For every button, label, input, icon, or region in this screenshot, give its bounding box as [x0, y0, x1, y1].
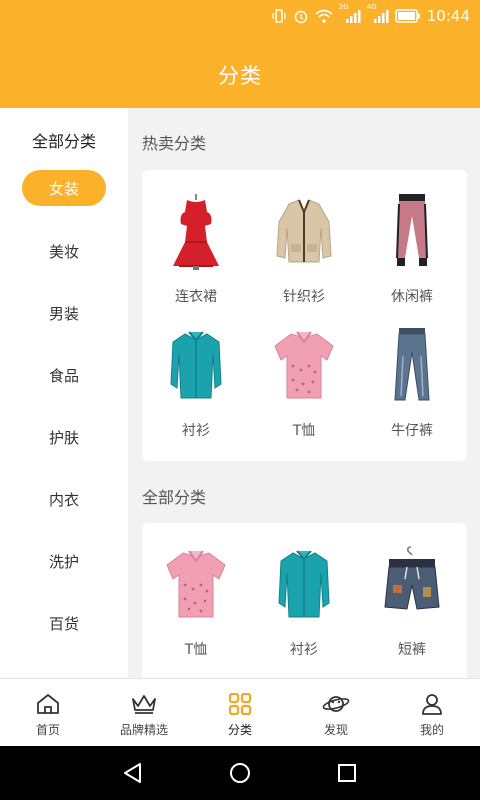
user-icon: [422, 694, 442, 715]
sidebar-item-label: 洗护: [48, 552, 79, 571]
signal-4g-icon: 4G: [367, 3, 389, 24]
category-label: 衬衫: [182, 423, 210, 439]
home-circle-icon[interactable]: [229, 762, 251, 784]
sidebar-item-label: 男装: [48, 304, 79, 323]
sidebar-item-label: 美妆: [48, 242, 79, 261]
crown-icon: [132, 695, 156, 714]
sidebar-item-skincare[interactable]: 护肤: [0, 419, 128, 455]
category-item[interactable]: 连衣裙: [142, 192, 250, 312]
signal-2g-icon: 2G: [339, 3, 361, 24]
teal-shirt-icon: [278, 550, 330, 618]
sidebar-item-underwear[interactable]: 内衣: [0, 481, 128, 517]
sidebar-item-general[interactable]: 百货: [0, 605, 128, 641]
casual-pants-icon: [396, 194, 428, 266]
sidebar-item-washcare[interactable]: 洗护: [0, 543, 128, 579]
category-item[interactable]: T恤: [142, 545, 250, 665]
tab-brands[interactable]: 品牌精选: [96, 679, 192, 747]
status-icons: 2G 4G 10:44: [271, 3, 470, 26]
category-label: 衬衫: [290, 642, 318, 658]
sidebar-item-label: 内衣: [48, 490, 79, 509]
category-label: T恤: [292, 423, 316, 439]
category-label: T恤: [184, 642, 208, 658]
category-label: 针织衫: [283, 289, 325, 305]
sidebar-item-women[interactable]: 女装: [0, 170, 128, 206]
sidebar-item-men[interactable]: 男装: [0, 295, 128, 331]
category-item[interactable]: 牛仔裤: [358, 326, 466, 446]
category-content: 热卖分类 连衣裙 针织衫 休闲裤 衬衫 T恤 牛仔裤 全部分类 T恤 衬衫 短裤: [128, 108, 480, 678]
sidebar-item-label: 食品: [48, 366, 79, 385]
category-label: 牛仔裤: [391, 423, 433, 439]
status-time: 10:44: [426, 7, 470, 25]
tab-label: 我的: [419, 723, 444, 737]
category-item[interactable]: 衬衫: [250, 545, 358, 665]
back-icon[interactable]: [122, 762, 144, 784]
tab-mine[interactable]: 我的: [384, 679, 480, 747]
tab-label: 分类: [227, 723, 252, 737]
pink-polo-icon: [274, 331, 334, 399]
home-icon: [37, 694, 59, 714]
title-bar: 分类: [0, 32, 480, 108]
shorts-icon: [384, 546, 440, 610]
hot-category-card: 连衣裙 针织衫 休闲裤 衬衫 T恤 牛仔裤: [142, 170, 467, 461]
jeans-icon: [394, 328, 430, 401]
category-label: 休闲裤: [391, 289, 433, 305]
category-sidebar: 全部分类 女装 美妆 男装 食品 护肤 内衣 洗护 百货: [0, 108, 128, 678]
sidebar-item-label: 百货: [48, 614, 79, 633]
category-item[interactable]: T恤: [250, 326, 358, 446]
pink-polo-icon: [166, 550, 226, 618]
sidebar-heading: 全部分类: [31, 132, 96, 151]
tab-discover[interactable]: 发现: [288, 679, 384, 747]
teal-shirt-icon: [170, 331, 222, 399]
bottom-tab-bar: 首页 品牌精选 分类 发现 我的: [0, 678, 480, 746]
sidebar-item-food[interactable]: 食品: [0, 357, 128, 393]
category-item[interactable]: 短裤: [358, 545, 466, 665]
tab-label: 首页: [35, 723, 60, 737]
category-item[interactable]: 休闲裤: [358, 192, 466, 312]
all-section-title: 全部分类: [142, 488, 207, 507]
sidebar-item-label: 护肤: [48, 428, 79, 447]
hot-section-title: 热卖分类: [142, 134, 207, 153]
planet-icon: [322, 696, 350, 712]
category-label: 短裤: [398, 642, 426, 658]
wifi-icon: [315, 8, 333, 24]
category-label: 连衣裙: [175, 289, 217, 305]
sidebar-item-makeup[interactable]: 美妆: [0, 233, 128, 269]
sidebar-item-label: 女装: [22, 170, 106, 206]
recents-square-icon[interactable]: [336, 762, 358, 784]
category-grid-icon: [229, 693, 251, 715]
status-bar: 2G 4G 10:44: [0, 0, 480, 32]
tab-label: 发现: [323, 723, 348, 737]
system-nav-bar: [0, 746, 480, 800]
page-title: 分类: [218, 64, 262, 88]
battery-icon: [395, 9, 421, 23]
vibrate-icon: [271, 8, 287, 24]
red-dress-icon: [173, 194, 219, 270]
all-category-card: T恤 衬衫 短裤: [142, 523, 467, 678]
tab-home[interactable]: 首页: [0, 679, 96, 747]
cardigan-icon: [276, 199, 332, 263]
alarm-icon: [293, 8, 309, 24]
category-item[interactable]: 衬衫: [142, 326, 250, 446]
tab-label: 品牌精选: [119, 723, 168, 737]
tab-category[interactable]: 分类: [192, 679, 288, 747]
category-item[interactable]: 针织衫: [250, 192, 358, 312]
